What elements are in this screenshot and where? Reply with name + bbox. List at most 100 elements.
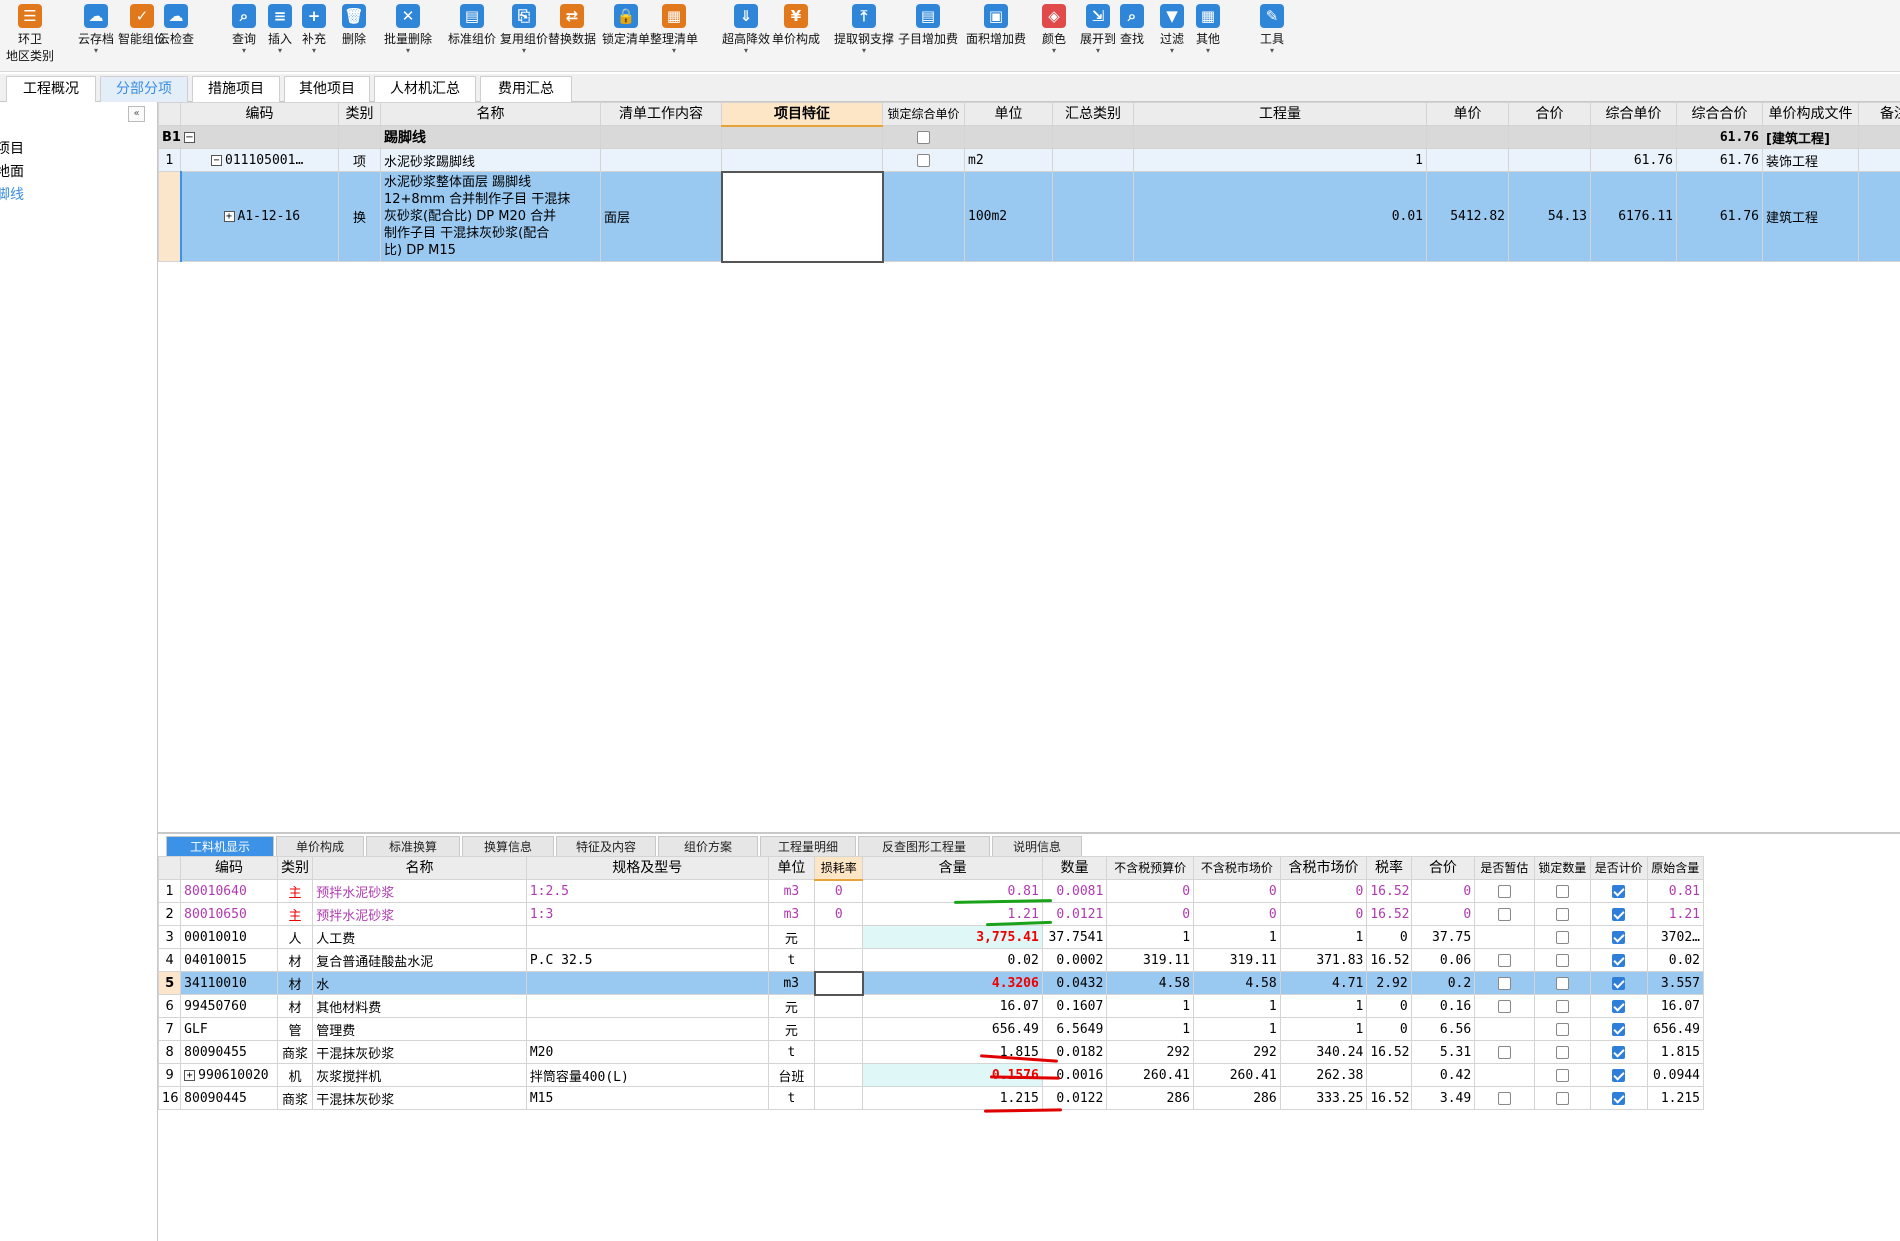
lock-quantity-checkbox[interactable] <box>1555 953 1569 967</box>
material-market-price-inc-tax[interactable]: 371.83 <box>1279 948 1368 972</box>
detail-col-header[interactable]: 不含税市场价 <box>1193 856 1281 880</box>
material-loss-rate[interactable] <box>813 970 864 996</box>
lock-quantity-cell[interactable] <box>1533 994 1592 1018</box>
item-type[interactable]: 项 <box>338 148 381 172</box>
material-code[interactable]: 80090455 <box>180 1040 278 1064</box>
material-code[interactable]: 99450760 <box>180 994 278 1018</box>
toolbar-button-reuse-price[interactable]: ⎘ 复用组价 ▾ <box>500 4 548 55</box>
lock-price-checkbox[interactable] <box>917 130 930 144</box>
lock-quantity-cell[interactable] <box>1533 925 1592 949</box>
tab-unit-price-composition[interactable]: 单价构成 <box>276 836 364 857</box>
lock-price-checkbox[interactable] <box>917 153 930 167</box>
material-loss-rate[interactable]: 0 <box>814 879 864 903</box>
detail-col-header[interactable]: 含税市场价 <box>1279 856 1368 880</box>
material-type[interactable]: 商浆 <box>276 1086 314 1110</box>
is-priced-cell[interactable] <box>1590 1086 1648 1110</box>
sub-item-unit[interactable]: 100m2 <box>964 171 1053 262</box>
sub-item-type[interactable]: 换 <box>338 171 381 262</box>
lock-quantity-cell[interactable] <box>1533 879 1592 903</box>
material-spec[interactable] <box>525 1017 769 1041</box>
material-tax-rate[interactable]: 0 <box>1366 925 1412 949</box>
sub-item-work-content[interactable]: 面层 <box>600 171 722 262</box>
material-market-price-inc-tax[interactable]: 0 <box>1279 902 1368 926</box>
material-market-price-inc-tax[interactable]: 4.71 <box>1279 971 1368 995</box>
material-unit[interactable]: m3 <box>767 879 816 903</box>
sub-item-price-file[interactable]: 建筑工程 <box>1762 171 1859 262</box>
material-row[interactable]: 2 80010650 主预拌水泥砂浆 1:3 m3 0 1.21 0.0121 0 0 0 16.52… <box>157 902 1705 926</box>
lock-quantity-cell[interactable] <box>1533 1063 1592 1087</box>
material-spec[interactable] <box>525 971 769 995</box>
dropdown-arrow-icon[interactable]: ▾ <box>1080 47 1116 55</box>
dropdown-arrow-icon[interactable]: ▾ <box>650 47 698 55</box>
material-row[interactable]: 4 04010015 材复合普通硅酸盐水泥 P.C 32.5 t 0.02 0.0002 31… <box>157 948 1705 972</box>
material-market-price-inc-tax[interactable]: 0 <box>1279 879 1368 903</box>
dropdown-arrow-icon[interactable]: ▾ <box>1196 47 1220 55</box>
material-loss-rate[interactable] <box>814 1040 864 1064</box>
material-row[interactable]: 8 80090455 商浆 干混抹灰砂浆 M20 t 1.815 0.0182 292 292 34… <box>157 1040 1705 1064</box>
material-code[interactable]: 80010650 <box>180 902 278 926</box>
provisional-estimate-cell[interactable] <box>1474 1017 1535 1041</box>
material-row[interactable]: 7 GLF 管管理费元 656.49 6.5649 1 1 1 0 6.56 656.49 <box>157 1017 1705 1041</box>
material-name[interactable]: 干混抹灰砂浆 <box>312 1086 527 1110</box>
item-quantity[interactable]: 1 <box>1133 148 1427 172</box>
detail-col-header[interactable]: 数量 <box>1041 856 1108 880</box>
col-header-work-content[interactable]: 清单工作内容 <box>600 102 722 126</box>
material-tax-rate[interactable]: 0 <box>1366 994 1412 1018</box>
is-priced-cell[interactable] <box>1590 879 1648 903</box>
toolbar-button-area-fee[interactable]: ▣ 面积增加费 <box>966 4 1026 47</box>
material-unit[interactable]: t <box>767 948 816 972</box>
material-unit[interactable]: 元 <box>767 994 816 1018</box>
dropdown-arrow-icon[interactable]: ▾ <box>1160 47 1184 55</box>
tab-measures[interactable]: 措施项目 <box>192 76 280 102</box>
material-spec[interactable]: 1:2.5 <box>525 879 769 903</box>
is-priced-cell[interactable] <box>1590 948 1648 972</box>
material-content[interactable]: 3,775.41 <box>862 925 1043 949</box>
material-market-price-inc-tax[interactable]: 1 <box>1279 1017 1368 1041</box>
material-spec[interactable]: 1:3 <box>525 902 769 926</box>
sub-item-quantity[interactable]: 0.01 <box>1133 171 1427 262</box>
item-code[interactable]: −011105001… <box>180 148 339 172</box>
toolbar-button-other[interactable]: ▦ 其他 ▾ <box>1196 4 1220 55</box>
provisional-estimate-checkbox[interactable] <box>1497 953 1511 967</box>
detail-col-header[interactable]: 规格及型号 <box>525 856 769 880</box>
is-priced-cell[interactable] <box>1590 1040 1648 1064</box>
item-name[interactable]: 水泥砂浆踢脚线 <box>380 148 601 172</box>
detail-col-header[interactable]: 不含税预算价 <box>1106 856 1195 880</box>
provisional-estimate-cell[interactable] <box>1474 879 1535 903</box>
material-name[interactable]: 干混抹灰砂浆 <box>312 1040 527 1064</box>
lock-quantity-cell[interactable] <box>1533 1040 1592 1064</box>
lock-quantity-checkbox[interactable] <box>1555 1068 1569 1082</box>
toolbar-button-expand-to[interactable]: ⇲ 展开到 ▾ <box>1080 4 1116 55</box>
toolbar-button-tools[interactable]: ✎ 工具 ▾ <box>1260 4 1284 55</box>
material-tax-rate[interactable]: 16.52 <box>1366 879 1412 903</box>
detail-col-header[interactable]: 锁定数量 <box>1533 856 1592 880</box>
material-code[interactable]: 34110010 <box>180 971 278 995</box>
material-tax-rate[interactable]: 16.52 <box>1366 1086 1412 1110</box>
is-priced-checkbox[interactable] <box>1612 999 1626 1013</box>
material-spec[interactable] <box>525 994 769 1018</box>
toolbar-button-standard-price[interactable]: ▤ 标准组价 <box>448 4 496 47</box>
provisional-estimate-checkbox[interactable] <box>1497 1045 1511 1059</box>
tab-description[interactable]: 说明信息 <box>992 836 1082 857</box>
tab-project-overview[interactable]: 工程概况 <box>6 76 96 102</box>
material-name[interactable]: 水 <box>312 971 527 995</box>
material-tax-rate[interactable]: 16.52 <box>1366 1040 1412 1064</box>
col-header-features[interactable]: 项目特征 <box>721 102 883 127</box>
detail-col-header[interactable] <box>157 856 182 880</box>
material-unit[interactable]: 元 <box>767 1017 816 1041</box>
sub-item-name[interactable]: 水泥砂浆整体面层 踢脚线 12+8mm 合并制作子目 干混抹 灰砂浆(配合比) … <box>380 171 601 262</box>
dropdown-arrow-icon[interactable]: ▾ <box>500 47 548 55</box>
toolbar-button-find[interactable]: ⌕ 查找 <box>1120 4 1144 47</box>
detail-col-header[interactable]: 损耗率 <box>814 856 864 881</box>
tab-labor-material-summary[interactable]: 人材机汇总 <box>374 76 476 102</box>
lock-quantity-checkbox[interactable] <box>1555 1045 1569 1059</box>
provisional-estimate-checkbox[interactable] <box>1497 999 1511 1013</box>
lock-quantity-cell[interactable] <box>1533 1017 1592 1041</box>
provisional-estimate-checkbox[interactable] <box>1497 907 1511 921</box>
material-market-price-ex-tax[interactable]: 0 <box>1193 879 1281 903</box>
toolbar-button-cloud-check[interactable]: ☁ 云检查 <box>158 4 194 47</box>
expand-icon[interactable]: + <box>184 1069 196 1081</box>
material-market-price-ex-tax[interactable]: 286 <box>1193 1086 1281 1110</box>
col-header-name[interactable]: 名称 <box>380 102 601 126</box>
material-type[interactable]: 主 <box>276 902 314 926</box>
